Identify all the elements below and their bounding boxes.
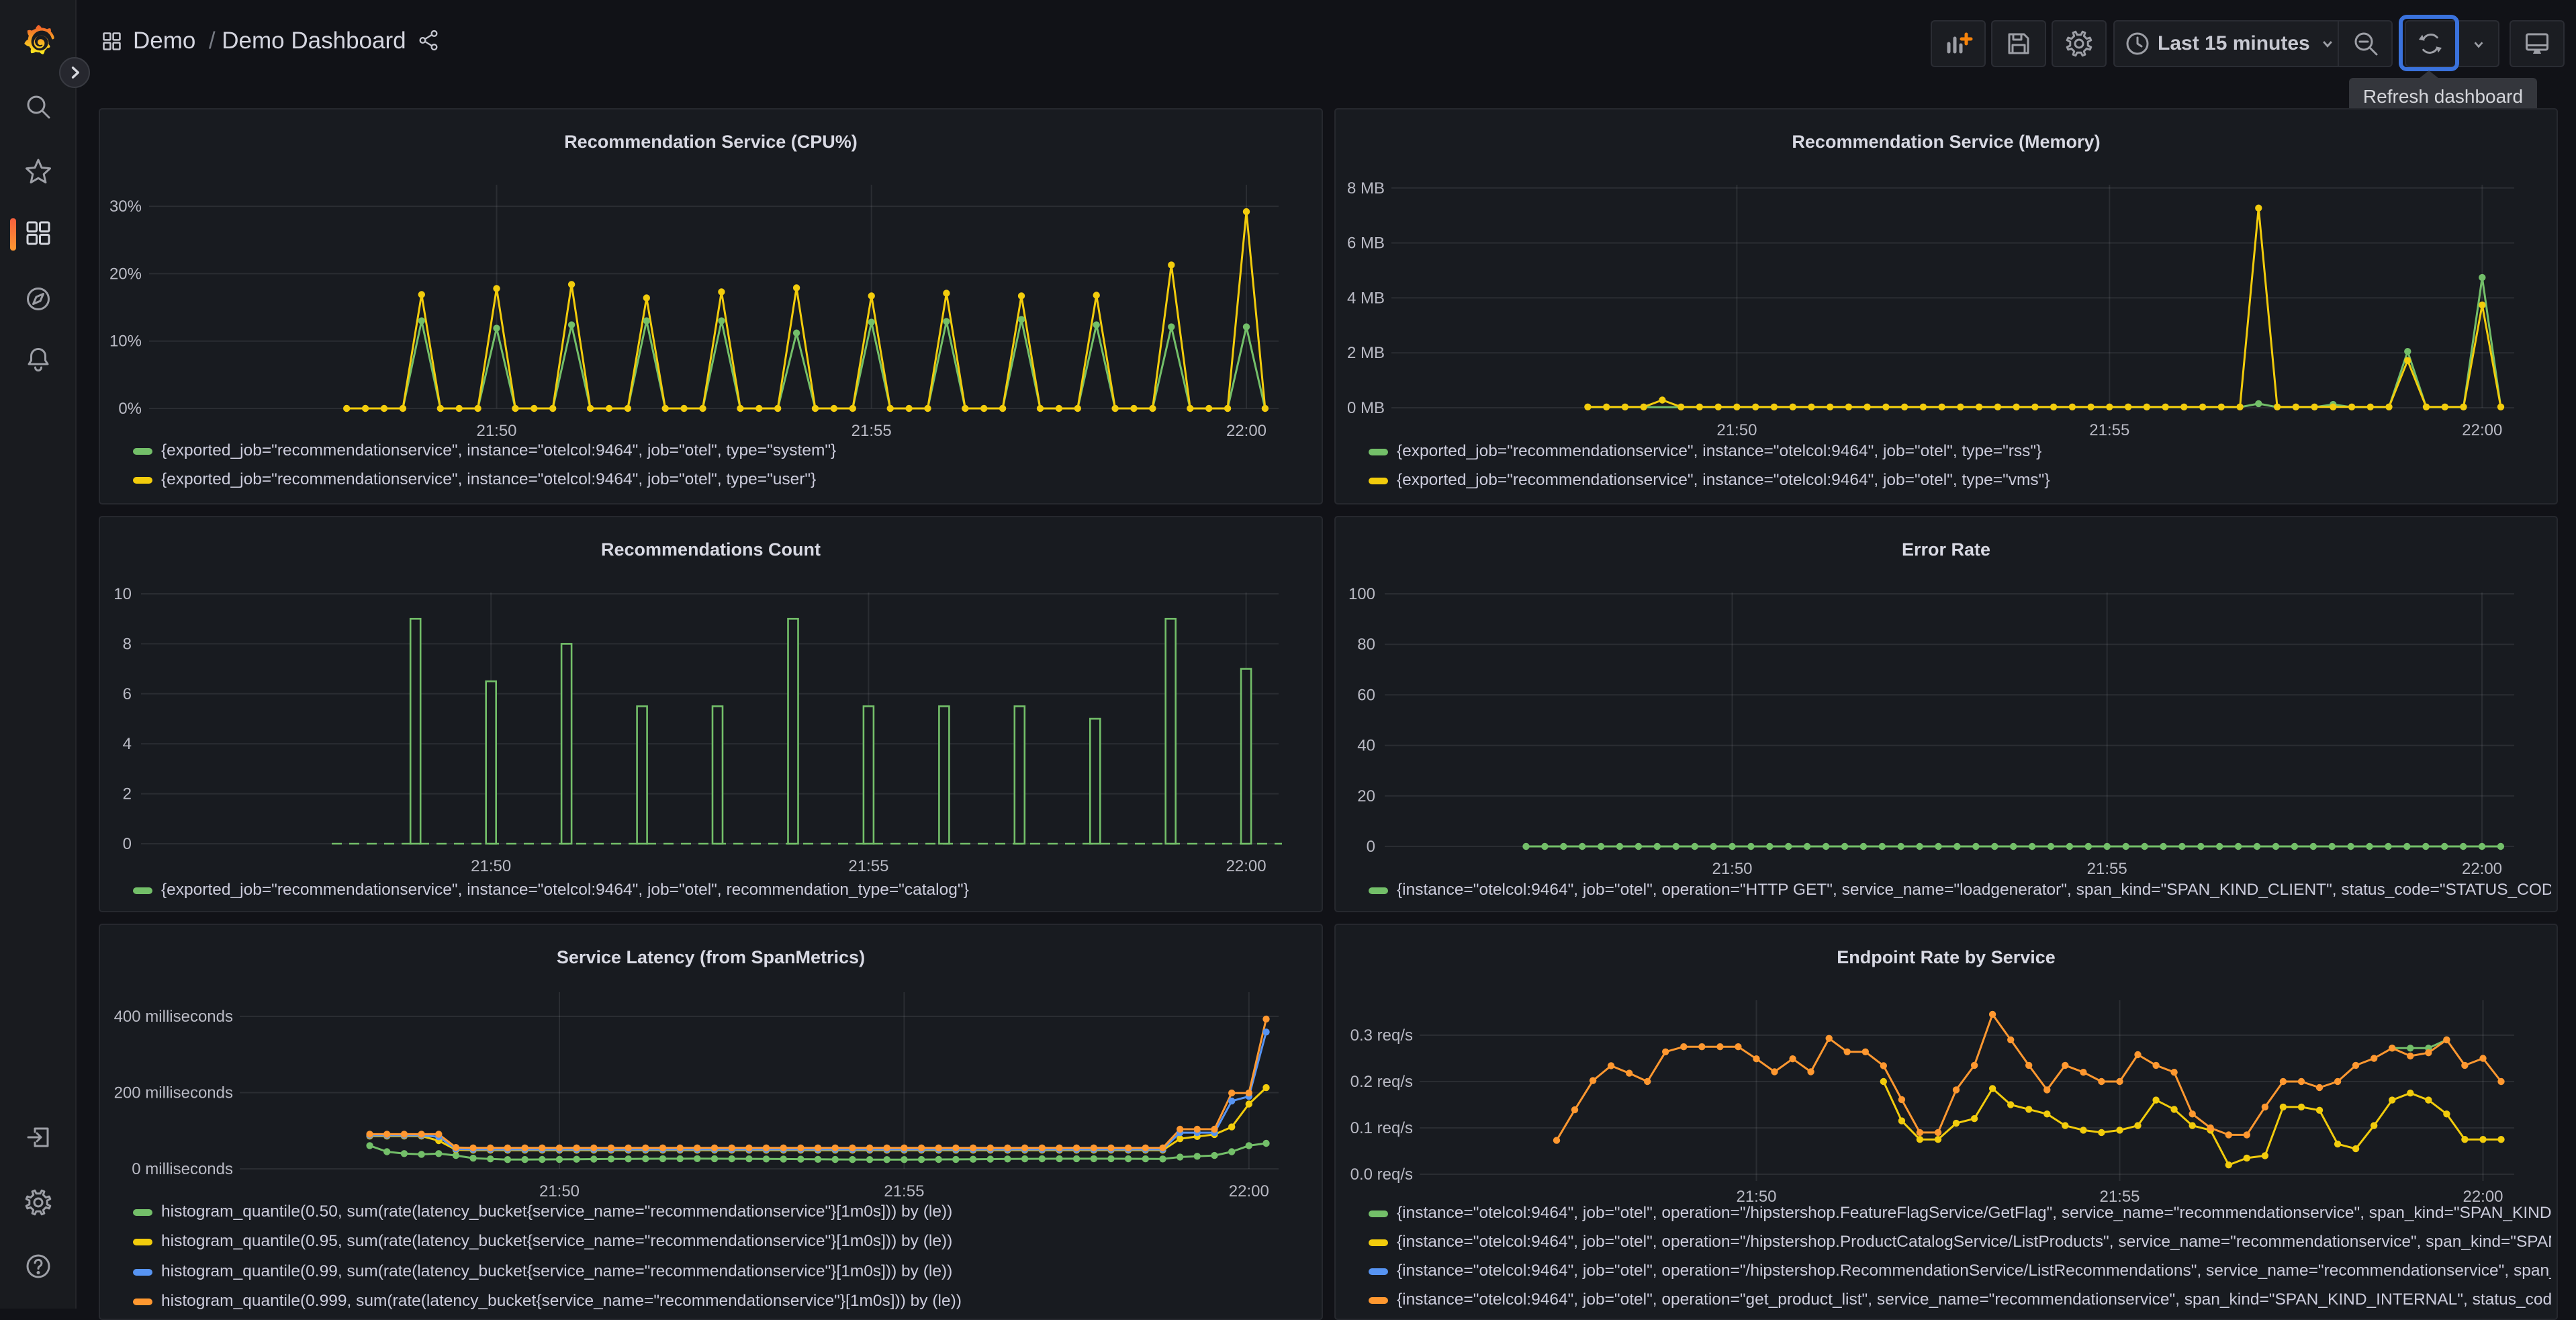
svg-text:21:50: 21:50	[1736, 1188, 1776, 1206]
svg-text:21:50: 21:50	[1716, 421, 1757, 439]
svg-text:200 milliseconds: 200 milliseconds	[114, 1084, 233, 1102]
svg-text:0.3 req/s: 0.3 req/s	[1350, 1026, 1413, 1045]
svg-text:21:50: 21:50	[471, 857, 511, 875]
svg-text:6 MB: 6 MB	[1347, 234, 1385, 253]
svg-text:22:00: 22:00	[2463, 1188, 2503, 1206]
svg-text:10: 10	[113, 585, 132, 603]
svg-text:4: 4	[123, 735, 132, 753]
svg-text:40: 40	[1357, 737, 1375, 755]
svg-text:22:00: 22:00	[1226, 422, 1267, 440]
svg-text:0: 0	[1367, 838, 1375, 856]
svg-text:400 milliseconds: 400 milliseconds	[114, 1008, 233, 1026]
svg-text:21:55: 21:55	[2087, 860, 2127, 878]
svg-text:21:50: 21:50	[476, 422, 516, 440]
svg-text:0%: 0%	[118, 400, 142, 418]
svg-text:21:55: 21:55	[2089, 421, 2129, 439]
svg-text:20%: 20%	[109, 265, 142, 283]
svg-text:60: 60	[1357, 686, 1375, 704]
svg-text:21:55: 21:55	[852, 422, 892, 440]
svg-text:0.0 req/s: 0.0 req/s	[1350, 1165, 1413, 1184]
svg-text:2: 2	[123, 785, 132, 803]
svg-text:21:55: 21:55	[848, 857, 888, 875]
svg-text:4 MB: 4 MB	[1347, 289, 1385, 307]
svg-text:0: 0	[123, 835, 132, 853]
svg-text:10%: 10%	[109, 333, 142, 351]
svg-text:8 MB: 8 MB	[1347, 179, 1385, 197]
svg-text:21:55: 21:55	[884, 1182, 924, 1200]
svg-text:0 milliseconds: 0 milliseconds	[132, 1160, 233, 1178]
svg-text:80: 80	[1357, 635, 1375, 654]
svg-text:6: 6	[123, 685, 132, 703]
svg-text:21:50: 21:50	[1712, 860, 1752, 878]
svg-text:8: 8	[123, 635, 132, 653]
svg-text:0 MB: 0 MB	[1347, 399, 1385, 417]
svg-text:21:50: 21:50	[539, 1182, 580, 1200]
svg-text:22:00: 22:00	[1226, 857, 1267, 875]
svg-text:22:00: 22:00	[2462, 860, 2502, 878]
svg-text:21:55: 21:55	[2099, 1188, 2140, 1206]
svg-text:30%: 30%	[109, 197, 142, 216]
svg-text:0.2 req/s: 0.2 req/s	[1350, 1073, 1413, 1091]
svg-text:20: 20	[1357, 787, 1375, 805]
svg-text:22:00: 22:00	[1229, 1182, 1269, 1200]
svg-text:0.1 req/s: 0.1 req/s	[1350, 1119, 1413, 1137]
svg-text:2 MB: 2 MB	[1347, 344, 1385, 362]
svg-text:100: 100	[1348, 585, 1375, 603]
svg-text:22:00: 22:00	[2462, 421, 2502, 439]
